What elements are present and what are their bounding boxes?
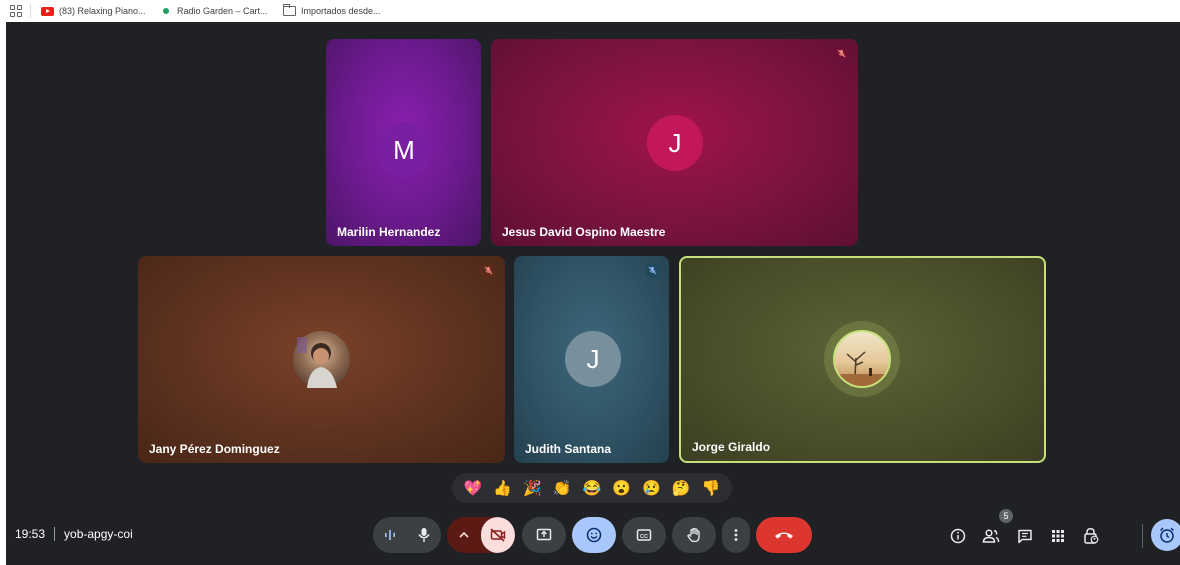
youtube-icon xyxy=(41,6,54,16)
apps-grid-icon[interactable] xyxy=(10,5,22,17)
meeting-time: 19:53 xyxy=(15,527,46,541)
leave-call-button[interactable] xyxy=(756,517,812,553)
info-icon xyxy=(950,528,966,544)
reaction-thinking[interactable]: 🤔 xyxy=(672,481,691,496)
mic-icon xyxy=(418,528,430,542)
avatar-initial: J xyxy=(586,343,600,374)
camera-off-icon xyxy=(490,528,506,542)
divider xyxy=(54,527,56,541)
captions-button[interactable]: CC xyxy=(622,517,666,553)
participant-name: Jany Pérez Dominguez xyxy=(149,442,280,456)
present-icon xyxy=(536,528,552,541)
bookmarks-bar: (83) Relaxing Piano... Radio Garden – Ca… xyxy=(0,0,1180,22)
mic-off-icon xyxy=(481,263,496,278)
participant-tile-jany[interactable]: Jany Pérez Dominguez xyxy=(138,256,505,463)
reactions-bar: 💖 👍 🎉 👏 😂 😮 😢 🤔 👎 xyxy=(452,473,732,503)
participant-tile-jesus[interactable]: J Jesus David Ospino Maestre xyxy=(491,39,858,246)
chevron-up-icon xyxy=(459,531,469,538)
toolbar-divider xyxy=(1142,524,1143,548)
chat-button[interactable] xyxy=(1015,526,1035,546)
audio-level-button[interactable] xyxy=(373,517,407,553)
participant-tile-judith[interactable]: J Judith Santana xyxy=(514,256,669,463)
avatar: J xyxy=(565,331,621,387)
svg-text:CC: CC xyxy=(640,534,648,540)
folder-icon xyxy=(283,4,296,16)
participant-name: Jesus David Ospino Maestre xyxy=(502,225,666,239)
bookmark-label: Radio Garden – Cart... xyxy=(177,6,268,16)
bookmarks-divider xyxy=(30,4,31,18)
camera-button[interactable] xyxy=(481,517,515,553)
participant-tile-jorge-speaking[interactable]: Jorge Giraldo xyxy=(679,256,1046,463)
participant-name: Marilin Hernandez xyxy=(337,225,441,239)
chat-icon xyxy=(1018,529,1032,544)
profile-photo xyxy=(833,330,891,388)
meeting-stage: M Marilin Hernandez J Jesus David Ospino… xyxy=(6,22,1180,565)
meeting-info: 19:53 yob-apgy-coi xyxy=(15,527,133,541)
avatar: M xyxy=(376,122,432,178)
people-icon xyxy=(982,529,1000,543)
speaking-ring xyxy=(824,321,900,397)
audio-level-icon xyxy=(385,530,395,540)
closed-captions-icon: CC xyxy=(636,529,652,541)
bookmark-label: (83) Relaxing Piano... xyxy=(59,6,146,16)
mic-control-group xyxy=(373,517,441,553)
host-controls-button[interactable] xyxy=(1081,526,1101,546)
reaction-laugh[interactable]: 😂 xyxy=(583,481,602,496)
meeting-details-button[interactable] xyxy=(948,526,968,546)
reaction-surprised[interactable]: 😮 xyxy=(612,481,631,496)
reaction-sad[interactable]: 😢 xyxy=(642,481,661,496)
more-vert-icon xyxy=(734,529,738,541)
reaction-heart[interactable]: 💖 xyxy=(464,481,483,496)
reaction-thumbs-up[interactable]: 👍 xyxy=(493,481,512,496)
camera-control-group xyxy=(447,517,515,553)
participant-name: Jorge Giraldo xyxy=(692,440,771,454)
avatar: J xyxy=(647,115,703,171)
reaction-clap[interactable]: 👏 xyxy=(553,481,572,496)
participant-name: Judith Santana xyxy=(525,442,612,456)
alarm-clock-icon xyxy=(1159,527,1175,543)
more-options-button[interactable] xyxy=(722,517,750,553)
send-reaction-button[interactable] xyxy=(572,517,616,553)
present-screen-button[interactable] xyxy=(522,517,566,553)
mic-off-icon xyxy=(645,263,660,278)
people-count-badge: 5 xyxy=(999,509,1013,523)
participant-tile-marilin[interactable]: M Marilin Hernandez xyxy=(326,39,481,246)
avatar-initial: M xyxy=(393,134,415,165)
reaction-party[interactable]: 🎉 xyxy=(523,481,542,496)
mic-button[interactable] xyxy=(407,517,441,553)
apps-grid-icon xyxy=(1052,530,1064,542)
lock-person-icon xyxy=(1084,528,1099,544)
hand-icon xyxy=(687,527,700,543)
hang-up-icon xyxy=(775,532,793,539)
reaction-thumbs-down[interactable]: 👎 xyxy=(702,481,721,496)
bookmark-folder-importados[interactable]: Importados desde... xyxy=(283,4,381,18)
avatar-initial: J xyxy=(668,127,682,158)
timer-button[interactable] xyxy=(1151,519,1180,551)
mic-off-icon xyxy=(834,46,849,61)
raise-hand-button[interactable] xyxy=(672,517,716,553)
meeting-code: yob-apgy-coi xyxy=(64,527,133,541)
bookmark-label: Importados desde... xyxy=(301,6,381,16)
profile-photo xyxy=(293,331,350,388)
radio-garden-icon xyxy=(163,8,169,14)
bookmark-radio-garden[interactable]: Radio Garden – Cart... xyxy=(163,4,268,18)
smiley-icon xyxy=(586,527,602,543)
camera-options-button[interactable] xyxy=(447,517,481,553)
bookmark-relaxing-piano[interactable]: (83) Relaxing Piano... xyxy=(41,4,146,18)
people-button[interactable] xyxy=(981,526,1001,546)
activities-button[interactable] xyxy=(1048,526,1068,546)
